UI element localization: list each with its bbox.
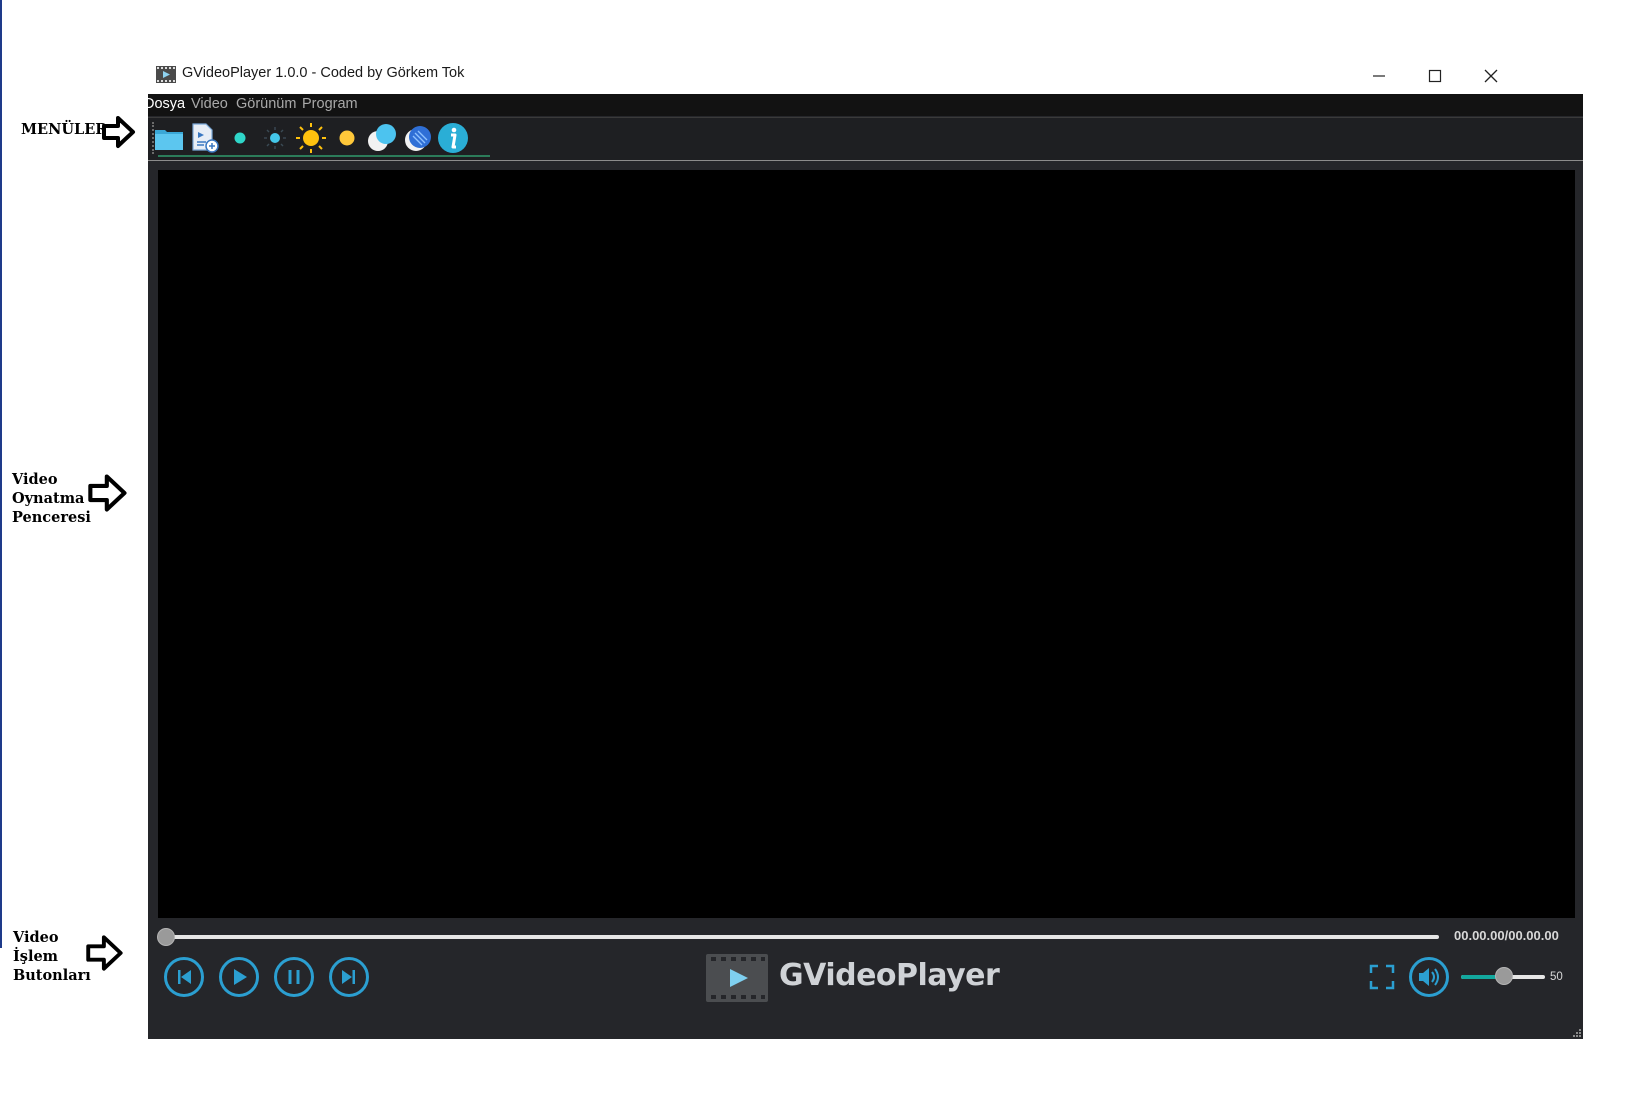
previous-button[interactable]	[163, 956, 205, 998]
yellow-dot-icon[interactable]	[331, 122, 363, 154]
annotation-line: Video	[13, 929, 59, 946]
close-button[interactable]	[1462, 58, 1520, 94]
annotation-line: Butonları	[13, 967, 91, 984]
volume-handle[interactable]	[1495, 967, 1513, 985]
color-icon[interactable]	[402, 122, 434, 154]
minimize-button[interactable]	[1350, 58, 1408, 94]
next-button[interactable]	[328, 956, 370, 998]
seek-bar[interactable]	[163, 935, 1439, 939]
arrow-right-icon	[88, 474, 127, 512]
maximize-icon	[1428, 69, 1442, 83]
menu-video[interactable]: Video	[191, 96, 228, 112]
menu-program[interactable]: Program	[302, 96, 358, 112]
info-icon[interactable]	[437, 122, 469, 154]
app-window: Dosya Video Görünüm Program 00.00.00/00.…	[144, 94, 1583, 1039]
arrow-right-icon	[102, 116, 135, 148]
app-icon	[156, 66, 176, 83]
time-display: 00.00.00/00.00.00	[1454, 928, 1559, 943]
minimize-icon	[1373, 75, 1385, 77]
window-title: GVideoPlayer 1.0.0 - Coded by Görkem Tok	[182, 65, 465, 81]
annotation-line: Oynatma	[12, 490, 85, 507]
toolbar	[148, 117, 1583, 161]
annotation-line: İşlem	[13, 948, 59, 965]
volume-button[interactable]	[1408, 956, 1450, 998]
video-buttons-annotation: Video İşlem Butonları	[13, 928, 91, 985]
menu-bar: Dosya Video Görünüm Program	[144, 94, 1583, 116]
annotation-line: Penceresi	[12, 509, 91, 526]
resize-grip-icon[interactable]	[1573, 1029, 1581, 1037]
play-button[interactable]	[218, 956, 260, 998]
folder-open-icon[interactable]	[153, 122, 185, 154]
video-window-annotation: Video Oynatma Penceresi	[12, 470, 91, 527]
small-sun-icon[interactable]	[259, 122, 291, 154]
arrow-right-icon	[86, 935, 123, 971]
menus-annotation-label: MENÜLER	[21, 121, 108, 138]
menus-annotation: MENÜLER	[21, 120, 107, 139]
contrast-icon[interactable]	[366, 122, 398, 154]
maximize-button[interactable]	[1406, 58, 1464, 94]
video-display[interactable]	[158, 170, 1575, 918]
pause-button[interactable]	[273, 956, 315, 998]
seek-handle[interactable]	[157, 928, 175, 946]
annotation-line: Video	[12, 471, 58, 488]
menu-gorunum[interactable]: Görünüm	[236, 96, 296, 112]
menu-dosya[interactable]: Dosya	[144, 96, 185, 112]
close-icon	[1484, 69, 1498, 83]
small-dot-icon[interactable]	[224, 122, 256, 154]
logo-text: GVideoPlayer	[779, 958, 1000, 993]
toolbar-underline	[158, 155, 490, 157]
fullscreen-button[interactable]	[1369, 964, 1395, 990]
add-playlist-icon[interactable]	[188, 122, 220, 154]
film-play-icon	[706, 954, 768, 1002]
sun-icon[interactable]	[295, 122, 327, 154]
volume-value: 50	[1550, 971, 1563, 983]
window-titlebar[interactable]: GVideoPlayer 1.0.0 - Coded by Görkem Tok	[148, 58, 1583, 94]
app-logo: GVideoPlayer	[706, 952, 1016, 1006]
desktop-edge	[0, 0, 2, 948]
